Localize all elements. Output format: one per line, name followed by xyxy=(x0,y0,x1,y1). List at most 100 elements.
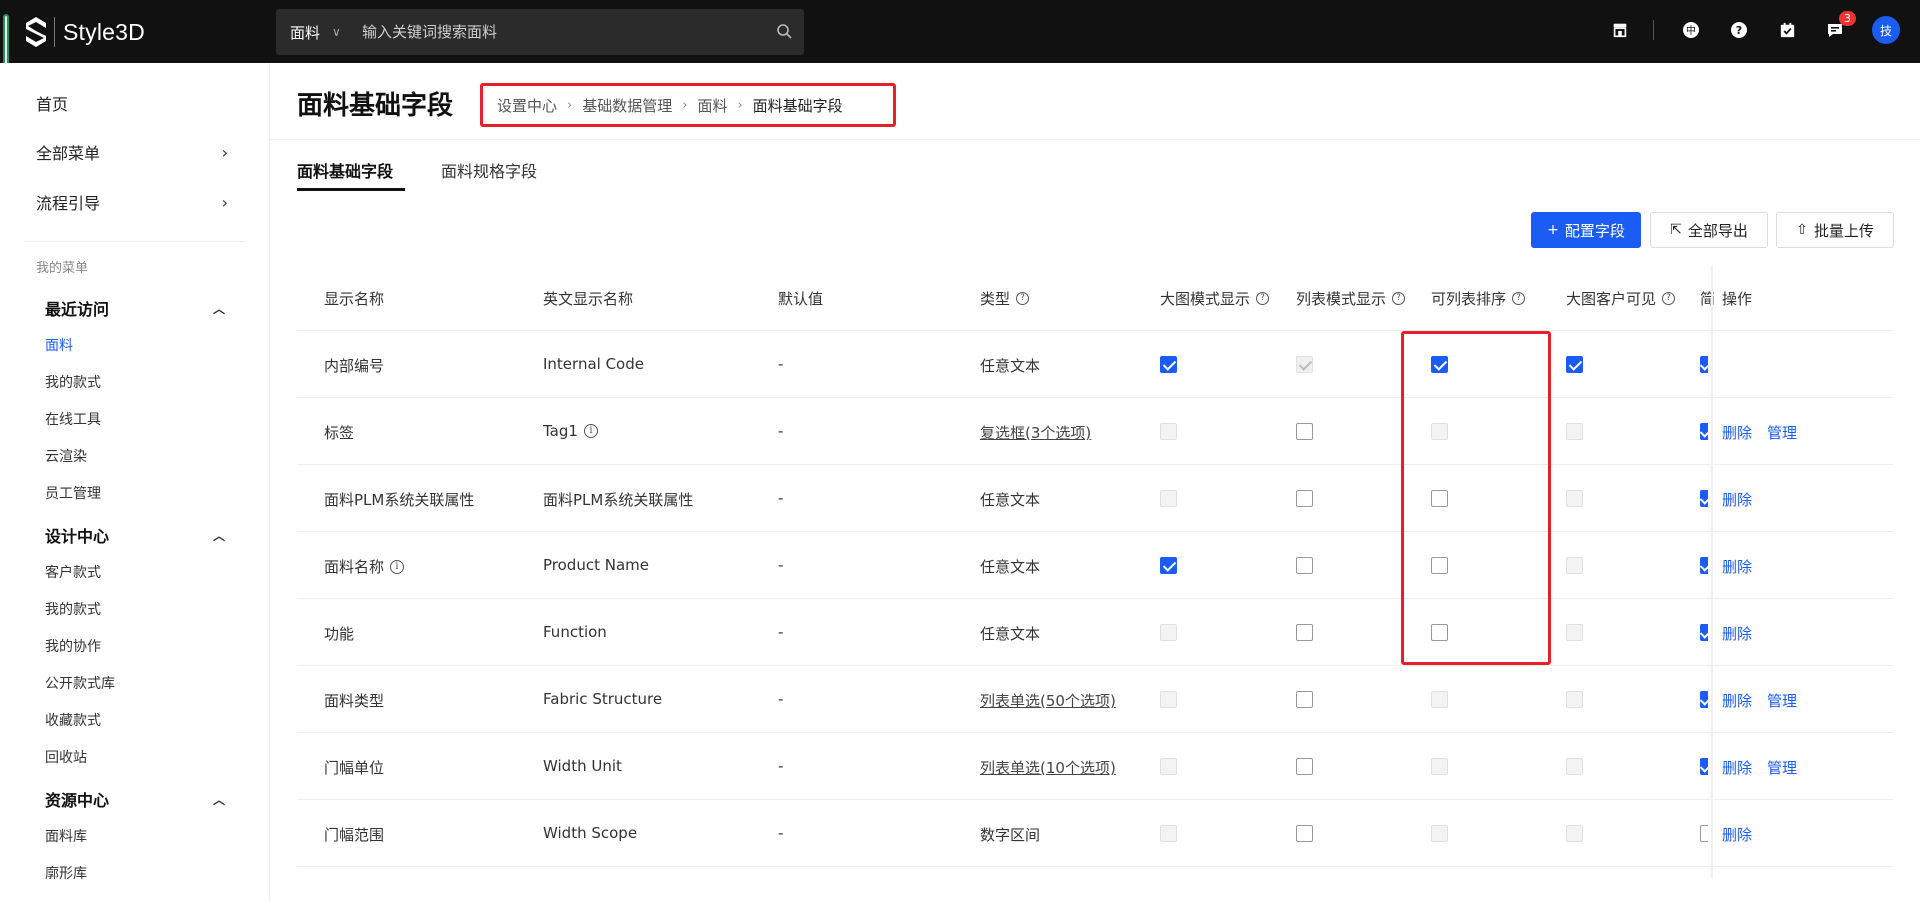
listview-checkbox[interactable] xyxy=(1296,825,1313,842)
sidebar-item-favorites[interactable]: 收藏款式 xyxy=(45,710,101,730)
sortable-checkbox[interactable] xyxy=(1431,624,1448,641)
listview-checkbox[interactable] xyxy=(1296,557,1313,574)
listview-checkbox[interactable] xyxy=(1296,624,1313,641)
tab-basic-fields[interactable]: 面料基础字段 xyxy=(297,158,393,182)
message-icon[interactable]: 3 xyxy=(1824,11,1856,41)
sidebar-item-fabric-library[interactable]: 面料库 xyxy=(45,826,87,846)
svg-text:中: 中 xyxy=(1686,24,1696,37)
batch-upload-button[interactable]: ⇧ 批量上传 xyxy=(1776,212,1894,248)
sidebar-item-my-styles[interactable]: 我的款式 xyxy=(45,372,101,392)
bigview-checkbox[interactable] xyxy=(1160,356,1177,373)
truncated-checkbox[interactable] xyxy=(1700,490,1708,507)
group-resource-center[interactable]: 资源中心 ︿ xyxy=(45,787,225,811)
plus-icon: + xyxy=(1547,222,1559,238)
truncated-checkbox[interactable] xyxy=(1700,356,1708,373)
tab-spec-fields[interactable]: 面料规格字段 xyxy=(441,158,537,182)
sidebar-item-home[interactable]: 首页 xyxy=(36,91,228,115)
sidebar-item-cloud-render[interactable]: 云渲染 xyxy=(45,446,87,466)
listview-checkbox[interactable] xyxy=(1296,691,1313,708)
listview-checkbox[interactable] xyxy=(1296,758,1313,775)
breadcrumb-item[interactable]: 设置中心 xyxy=(497,95,557,116)
cell-type-link[interactable]: 列表单选(50个选项) xyxy=(980,690,1116,711)
help-icon[interactable]: ? xyxy=(1512,292,1526,305)
group-design-center[interactable]: 设计中心 ︿ xyxy=(45,523,225,547)
delete-button[interactable]: 删除 xyxy=(1722,556,1752,577)
truncated-checkbox[interactable] xyxy=(1700,557,1708,574)
top-divider xyxy=(1653,20,1654,40)
sidebar-item-fabric[interactable]: 面料 xyxy=(45,335,73,355)
table-header: 显示名称 英文显示名称 默认值 类型? 大图模式显示? 列表模式显示? 可列表排… xyxy=(297,266,1893,331)
delete-button[interactable]: 删除 xyxy=(1722,824,1752,845)
listview-checkbox[interactable] xyxy=(1296,423,1313,440)
column-header-type: 类型? xyxy=(980,288,1030,309)
delete-button[interactable]: 删除 xyxy=(1722,623,1752,644)
export-all-button[interactable]: ⇱ 全部导出 xyxy=(1650,212,1768,248)
language-icon[interactable]: 中 xyxy=(1680,19,1702,41)
cell-type-link[interactable]: 复选框(3个选项) xyxy=(980,422,1091,443)
task-icon[interactable] xyxy=(1776,19,1798,41)
search-input[interactable] xyxy=(362,23,742,41)
help-icon[interactable]: ? xyxy=(1728,19,1750,41)
app-logo[interactable]: Style3D xyxy=(24,14,145,50)
breadcrumb-item[interactable]: 面料 xyxy=(697,95,727,116)
truncated-checkbox[interactable] xyxy=(1700,691,1708,708)
chevron-up-icon: ︿ xyxy=(212,792,225,807)
sidebar-item-silhouette-library[interactable]: 廓形库 xyxy=(45,863,87,883)
info-icon[interactable]: i xyxy=(390,559,405,574)
sidebar-item-client-styles[interactable]: 客户款式 xyxy=(45,562,101,582)
manage-button[interactable]: 管理 xyxy=(1767,422,1797,443)
truncated-checkbox[interactable] xyxy=(1700,825,1708,842)
sortable-checkbox[interactable] xyxy=(1431,490,1448,507)
cell-default: - xyxy=(778,690,784,708)
cell-name: 功能 xyxy=(324,625,355,643)
config-fields-button[interactable]: + 配置字段 xyxy=(1531,212,1641,248)
cell-type-link[interactable]: 列表单选(10个选项) xyxy=(980,757,1116,778)
cell-type: 任意文本 xyxy=(980,357,1041,375)
cell-default: - xyxy=(778,556,784,574)
delete-button[interactable]: 删除 xyxy=(1722,422,1752,443)
bigview-checkbox[interactable] xyxy=(1160,557,1177,574)
delete-button[interactable]: 删除 xyxy=(1722,489,1752,510)
help-icon[interactable]: ? xyxy=(1256,292,1270,305)
bigview-checkbox xyxy=(1160,490,1177,507)
sidebar-item-process-guide[interactable]: 流程引导 › xyxy=(36,190,228,214)
truncated-checkbox[interactable] xyxy=(1700,423,1708,440)
delete-button[interactable]: 删除 xyxy=(1722,690,1752,711)
table-row: 门幅单位 Width Unit - 列表单选(10个选项) 删除 管理 xyxy=(297,733,1893,800)
sortable-checkbox[interactable] xyxy=(1431,557,1448,574)
avatar[interactable]: 技 xyxy=(1872,16,1900,44)
breadcrumb-item[interactable]: 基础数据管理 xyxy=(582,95,672,116)
cell-name: 门幅范围 xyxy=(324,826,385,844)
help-icon[interactable]: ? xyxy=(1662,292,1676,305)
sidebar-caption: 我的菜单 xyxy=(36,261,89,276)
sidebar-item-my-styles-2[interactable]: 我的款式 xyxy=(45,599,101,619)
bigview-checkbox xyxy=(1160,691,1177,708)
search-category-select[interactable]: 面料 ∨ xyxy=(276,22,362,43)
sidebar-item-staff[interactable]: 员工管理 xyxy=(45,483,101,503)
config-fields-label: 配置字段 xyxy=(1564,221,1625,240)
sidebar-item-online-tools[interactable]: 在线工具 xyxy=(45,409,101,429)
sidebar-item-recycle-bin[interactable]: 回收站 xyxy=(45,747,87,767)
listview-checkbox[interactable] xyxy=(1296,490,1313,507)
sortable-checkbox[interactable] xyxy=(1431,356,1448,373)
truncated-checkbox[interactable] xyxy=(1700,624,1708,641)
cell-en-name: Tag1 i xyxy=(543,422,598,440)
manage-button[interactable]: 管理 xyxy=(1767,757,1797,778)
table-row: 面料类型 Fabric Structure - 列表单选(50个选项) 删除 管… xyxy=(297,666,1893,733)
cell-default: - xyxy=(778,422,784,440)
client-visible-checkbox[interactable] xyxy=(1566,356,1583,373)
manage-button[interactable]: 管理 xyxy=(1767,690,1797,711)
sidebar-item-all-menus[interactable]: 全部菜单 › xyxy=(36,140,228,164)
group-recent[interactable]: 最近访问 ︿ xyxy=(45,296,225,320)
info-icon[interactable]: i xyxy=(583,424,598,438)
delete-button[interactable]: 删除 xyxy=(1722,757,1752,778)
sidebar-item-public-library[interactable]: 公开款式库 xyxy=(45,673,115,693)
cell-en-name: Width Unit xyxy=(543,757,622,775)
store-icon[interactable] xyxy=(1609,19,1631,41)
sidebar-item-collab[interactable]: 我的协作 xyxy=(45,636,101,656)
help-icon[interactable]: ? xyxy=(1392,292,1406,305)
help-icon[interactable]: ? xyxy=(1016,292,1030,305)
truncated-checkbox[interactable] xyxy=(1700,758,1708,775)
search-icon[interactable] xyxy=(776,23,792,39)
chevron-up-icon: ︿ xyxy=(212,528,225,543)
